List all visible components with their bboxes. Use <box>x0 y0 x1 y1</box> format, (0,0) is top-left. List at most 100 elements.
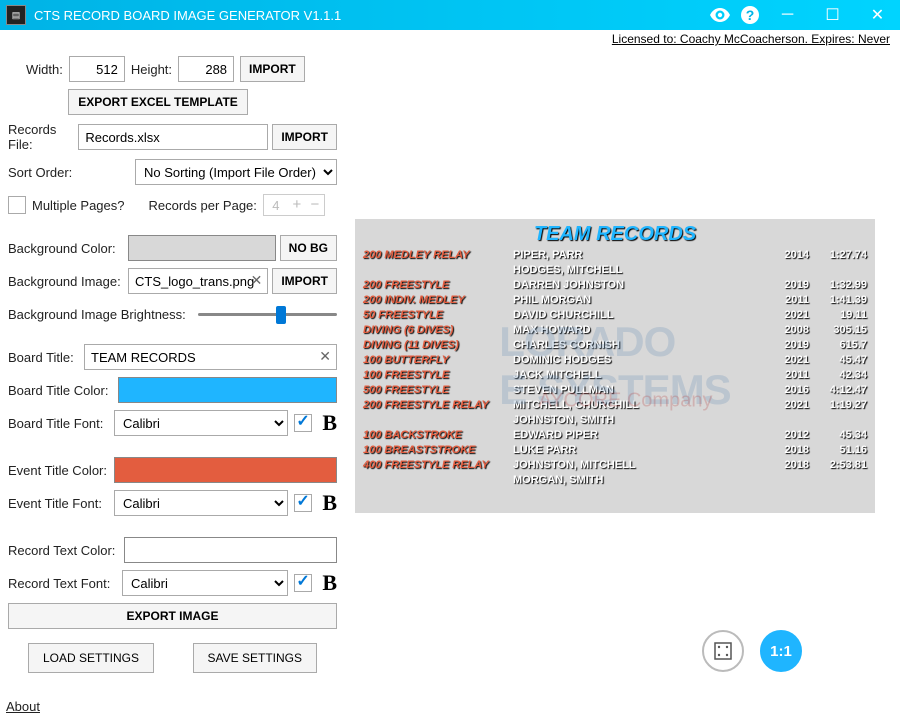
brightness-slider[interactable] <box>198 304 337 324</box>
watermark-subtext: AYCORE Company <box>538 390 712 413</box>
height-input[interactable] <box>178 56 234 82</box>
bg-image-label: Background Image: <box>8 274 122 289</box>
event-title-font-select[interactable]: Calibri <box>114 490 288 516</box>
help-icon[interactable]: ? <box>735 0 765 30</box>
rpp-minus-icon: − <box>306 196 324 214</box>
load-settings-button[interactable]: LOAD SETTINGS <box>28 643 154 673</box>
board-title-color-swatch[interactable] <box>118 377 337 403</box>
preview-row: 100 BACKSTROKEEDWARD PIPER201245.34 <box>363 428 867 443</box>
preview-event: 100 BACKSTROKE <box>363 428 513 443</box>
record-text-color-swatch[interactable] <box>124 537 337 563</box>
export-excel-template-button[interactable]: EXPORT EXCEL TEMPLATE <box>68 89 248 115</box>
export-image-button[interactable]: EXPORT IMAGE <box>8 603 337 629</box>
preview-event: 200 FREESTYLE <box>363 278 513 293</box>
width-input[interactable] <box>69 56 125 82</box>
preview-time: 1:32.99 <box>809 278 867 293</box>
preview-year: 2014 <box>765 248 809 263</box>
record-text-bold-checkbox[interactable] <box>294 574 312 592</box>
bg-color-swatch[interactable] <box>128 235 276 261</box>
preview-name: PIPER, PARR <box>513 248 765 263</box>
records-file-label: Records File: <box>8 122 72 152</box>
board-title-color-label: Board Title Color: <box>8 383 112 398</box>
records-file-input[interactable] <box>78 124 268 150</box>
event-title-bold-checkbox[interactable] <box>294 494 312 512</box>
preview-name: JOHNSTON, MITCHELL <box>513 458 765 473</box>
bg-image-import-button[interactable]: IMPORT <box>272 268 337 294</box>
preview-event: 500 FREESTYLE <box>363 383 513 398</box>
license-text: Licensed to: Coachy McCoacherson. Expire… <box>0 30 900 50</box>
preview-event: 50 FREESTYLE <box>363 308 513 323</box>
preview-event: DIVING (11 DIVES) <box>363 338 513 353</box>
preview-name: DARREN JOHNSTON <box>513 278 765 293</box>
preview-event: DIVING (6 DIVES) <box>363 323 513 338</box>
event-title-color-label: Event Title Color: <box>8 463 108 478</box>
rpp-plus-icon: + <box>288 196 306 214</box>
preview-panel: LORADOE SYSTEMS AYCORE Company TEAM RECO… <box>355 219 875 513</box>
bg-color-label: Background Color: <box>8 241 122 256</box>
preview-row: 200 FREESTYLEDARREN JOHNSTON20191:32.99 <box>363 278 867 293</box>
preview-time: 42.34 <box>809 368 867 383</box>
preview-year <box>765 413 809 428</box>
preview-time: 4:12.47 <box>809 383 867 398</box>
preview-time: 1:19.27 <box>809 398 867 413</box>
brightness-label: Background Image Brightness: <box>8 307 186 322</box>
preview-year: 2008 <box>765 323 809 338</box>
no-bg-button[interactable]: NO BG <box>280 235 337 261</box>
preview-year: 2011 <box>765 293 809 308</box>
preview-time: 1:41.39 <box>809 293 867 308</box>
preview-year: 2012 <box>765 428 809 443</box>
preview-year: 2021 <box>765 353 809 368</box>
preview-visibility-icon[interactable] <box>705 0 735 30</box>
event-title-color-swatch[interactable] <box>114 457 337 483</box>
preview-title: TEAM RECORDS <box>355 219 875 246</box>
sort-order-label: Sort Order: <box>8 165 83 180</box>
preview-time <box>809 263 867 278</box>
sort-order-select[interactable]: No Sorting (Import File Order) <box>135 159 337 185</box>
svg-text:?: ? <box>746 7 755 23</box>
preview-event <box>363 473 513 488</box>
preview-event: 200 INDIV. MEDLEY <box>363 293 513 308</box>
preview-year: 2019 <box>765 338 809 353</box>
preview-name: HODGES, MITCHELL <box>513 263 765 278</box>
record-text-font-select[interactable]: Calibri <box>122 570 288 596</box>
board-title-bold-checkbox[interactable] <box>294 414 312 432</box>
import-dims-button[interactable]: IMPORT <box>240 56 305 82</box>
preview-time: 19.11 <box>809 308 867 323</box>
records-per-page-value: 4 <box>264 198 288 213</box>
preview-name: MORGAN, SMITH <box>513 473 765 488</box>
preview-time <box>809 473 867 488</box>
board-title-input[interactable] <box>84 344 337 370</box>
preview-row: 400 FREESTYLE RELAYJOHNSTON, MITCHELL201… <box>363 458 867 473</box>
preview-year: 2018 <box>765 443 809 458</box>
preview-event: 100 BUTTERFLY <box>363 353 513 368</box>
preview-year: 2019 <box>765 278 809 293</box>
records-import-button[interactable]: IMPORT <box>272 124 337 150</box>
board-title-font-select[interactable]: Calibri <box>114 410 288 436</box>
preview-year <box>765 263 809 278</box>
one-to-one-button[interactable]: 1:1 <box>760 630 802 672</box>
preview-event: 100 FREESTYLE <box>363 368 513 383</box>
preview-row: MORGAN, SMITH <box>363 473 867 488</box>
preview-time <box>809 413 867 428</box>
preview-name: PHIL MORGAN <box>513 293 765 308</box>
maximize-button[interactable]: ☐ <box>810 0 855 30</box>
about-link[interactable]: About <box>6 699 40 714</box>
preview-row: 200 INDIV. MEDLEYPHIL MORGAN20111:41.39 <box>363 293 867 308</box>
record-text-color-label: Record Text Color: <box>8 543 118 558</box>
close-button[interactable]: ✕ <box>855 0 900 30</box>
bold-icon: B <box>322 410 337 436</box>
preview-name: JOHNSTON, SMITH <box>513 413 765 428</box>
preview-time: 615.7 <box>809 338 867 353</box>
bg-image-input[interactable] <box>128 268 268 294</box>
preview-year: 2021 <box>765 308 809 323</box>
preview-name: EDWARD PIPER <box>513 428 765 443</box>
minimize-button[interactable]: ─ <box>765 0 810 30</box>
save-settings-button[interactable]: SAVE SETTINGS <box>193 643 317 673</box>
bold-icon: B <box>322 570 337 596</box>
preview-year <box>765 473 809 488</box>
bg-image-clear-icon[interactable]: ✕ <box>251 272 263 289</box>
fit-view-button[interactable] <box>702 630 744 672</box>
board-title-clear-icon[interactable]: ✕ <box>319 348 331 365</box>
preview-time: 2:53.81 <box>809 458 867 473</box>
multiple-pages-checkbox[interactable] <box>8 196 26 214</box>
